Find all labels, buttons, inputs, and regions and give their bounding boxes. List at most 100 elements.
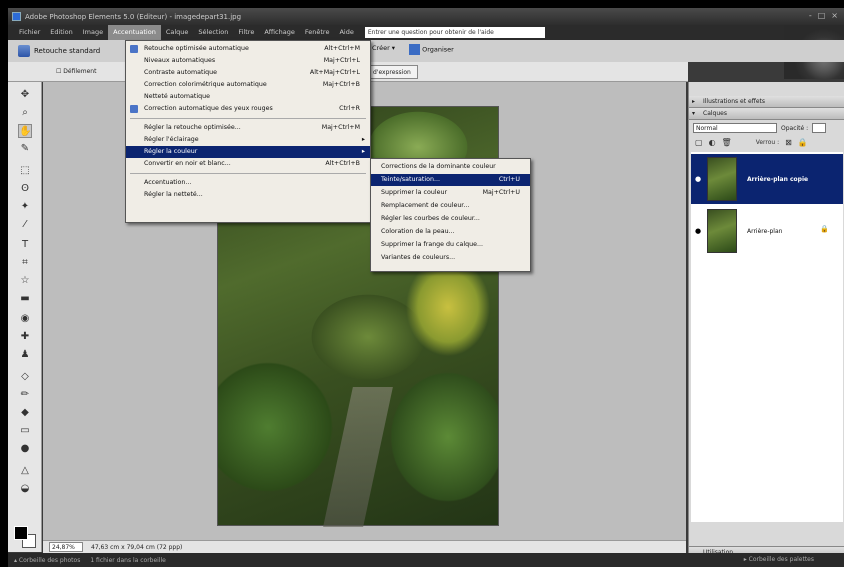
trash-icon[interactable]: 🗑: [722, 138, 732, 147]
defilement-checkbox[interactable]: ☐ Défilement: [56, 68, 96, 75]
move-tool-icon[interactable]: ✥: [18, 88, 32, 102]
organiser-icon: [409, 44, 421, 55]
eyedropper-tool-icon[interactable]: ✎: [18, 142, 32, 156]
shortcuts-right: Créer ▾ Organiser: [372, 44, 454, 55]
menu-item-shortcut: Maj+Ctrl+M: [321, 124, 360, 131]
photo-path-detail: [323, 387, 393, 527]
menu-item-label: Accentuation...: [144, 179, 192, 186]
lock-all-icon[interactable]: 🔒: [798, 138, 808, 147]
menu-item-regler-retouche[interactable]: Régler la retouche optimisée... Maj+Ctrl+…: [126, 122, 370, 134]
menu-item-contraste-auto[interactable]: Contraste automatique Alt+Maj+Ctrl+L: [126, 67, 370, 79]
visibility-eye-icon[interactable]: ●: [691, 227, 705, 235]
submenu-item-dominante[interactable]: Corrections de la dominante couleur: [371, 161, 530, 173]
menu-affichage[interactable]: Affichage: [259, 25, 300, 40]
menu-fichier[interactable]: Fichier: [14, 25, 45, 40]
hand-tool-icon[interactable]: ✋: [18, 124, 32, 138]
type-tool-icon[interactable]: T: [18, 238, 32, 252]
palette-bin-toggle[interactable]: ▸ Corbeille des palettes: [744, 553, 814, 567]
help-search-input[interactable]: Entrer une question pour obtenir de l'ai…: [364, 27, 545, 38]
layer-row-background[interactable]: ● Arrière-plan 🔒: [691, 206, 843, 256]
submenu-item-peau[interactable]: Coloration de la peau...: [371, 226, 530, 238]
new-layer-icon[interactable]: ▢: [695, 138, 703, 147]
layer-thumbnail: [707, 157, 737, 201]
retouche-standard-button[interactable]: Retouche standard: [18, 45, 100, 57]
adjustment-layer-icon[interactable]: ◐: [709, 138, 716, 147]
marquee-tool-icon[interactable]: ⬚: [18, 164, 32, 178]
layers-palette-header[interactable]: ▾ Calques: [689, 108, 844, 120]
menu-item-nettete-auto[interactable]: Netteté automatique: [126, 91, 370, 103]
menu-item-regler-couleur[interactable]: Régler la couleur ▸: [126, 146, 370, 158]
app-window: Adobe Photoshop Elements 5.0 (Editeur) -…: [8, 8, 844, 567]
eraser-tool-icon[interactable]: ◇: [18, 370, 32, 384]
cookie-cutter-tool-icon[interactable]: ☆: [18, 274, 32, 288]
sponge-tool-icon[interactable]: ◒: [18, 482, 32, 496]
menu-item-label: Correction automatique des yeux rouges: [144, 105, 273, 112]
magic-wand-tool-icon[interactable]: ✦: [18, 200, 32, 214]
menu-calque[interactable]: Calque: [161, 25, 194, 40]
photo-bin-toggle[interactable]: ▴ Corbeille des photos: [14, 557, 80, 564]
menu-edition[interactable]: Edition: [45, 25, 78, 40]
menu-item-correction-colorimetrique[interactable]: Correction colorimétrique automatique Maj…: [126, 79, 370, 91]
menu-item-label: Niveaux automatiques: [144, 57, 216, 64]
visibility-eye-icon[interactable]: ●: [691, 175, 705, 183]
straighten-tool-icon[interactable]: ▬: [18, 292, 32, 306]
red-eye-tool-icon[interactable]: ◉: [18, 312, 32, 326]
menu-selection[interactable]: Sélection: [193, 25, 233, 40]
lock-transparency-icon[interactable]: ⊠: [785, 138, 792, 147]
organiser-button[interactable]: Organiser: [409, 44, 454, 55]
submenu-item-variantes[interactable]: Variantes de couleurs...: [371, 252, 530, 264]
submenu-item-courbes[interactable]: Régler les courbes de couleur...: [371, 213, 530, 225]
creer-button[interactable]: Créer ▾: [372, 44, 395, 55]
crop-tool-icon[interactable]: ⌗: [18, 256, 32, 270]
menu-item-noir-blanc[interactable]: Convertir en noir et blanc... Alt+Ctrl+B: [126, 158, 370, 170]
submenu-item-shortcut: Maj+Ctrl+U: [482, 189, 520, 196]
menu-item-niveaux-auto[interactable]: Niveaux automatiques Maj+Ctrl+L: [126, 55, 370, 67]
submenu-item-remplacement[interactable]: Remplacement de couleur...: [371, 200, 530, 212]
submenu-item-teinte-saturation[interactable]: Teinte/saturation... Ctrl+U: [371, 174, 530, 186]
menu-filtre[interactable]: Filtre: [233, 25, 259, 40]
retouche-icon: [18, 45, 30, 57]
gradient-tool-icon[interactable]: ▭: [18, 424, 32, 438]
menu-item-shortcut: Ctrl+R: [339, 105, 360, 112]
menu-item-regler-eclairage[interactable]: Régler l'éclairage ▸: [126, 134, 370, 146]
menu-item-retouche-auto[interactable]: Retouche optimisée automatique Alt+Ctrl+M: [126, 43, 370, 55]
retouche-auto-icon: [130, 45, 138, 53]
maximize-button[interactable]: □: [818, 11, 826, 20]
foreground-color-swatch[interactable]: [14, 526, 28, 540]
menu-item-accentuation[interactable]: Accentuation...: [126, 177, 370, 189]
menu-item-yeux-rouges[interactable]: Correction automatique des yeux rouges Ct…: [126, 103, 370, 115]
close-button[interactable]: ×: [831, 11, 838, 20]
window-controls: - □ ×: [809, 11, 838, 20]
layer-row-background-copy[interactable]: ● Arrière-plan copie: [691, 154, 843, 204]
submenu-item-label: Remplacement de couleur...: [381, 202, 470, 209]
menu-aide[interactable]: Aide: [334, 25, 358, 40]
blur-tool-icon[interactable]: △: [18, 464, 32, 478]
menu-fenetre[interactable]: Fenêtre: [300, 25, 335, 40]
photo-bin-bar: ▴ Corbeille des photos 1 fichier dans la…: [8, 553, 844, 567]
expression-button[interactable]: d'expression: [366, 65, 418, 79]
blend-mode-select[interactable]: Normal: [693, 123, 777, 133]
submenu-arrow-icon: ▸: [361, 148, 365, 155]
menu-item-label: Régler la netteté...: [144, 191, 203, 198]
menu-accentuation[interactable]: Accentuation: [108, 25, 161, 40]
opacity-field[interactable]: [812, 123, 827, 133]
paint-bucket-tool-icon[interactable]: ◆: [18, 406, 32, 420]
submenu-item-frange[interactable]: Supprimer la frange du calque...: [371, 239, 530, 251]
layers-list: ● Arrière-plan copie ● Arrière-plan 🔒: [691, 152, 843, 522]
effects-header-label: Illustrations et effets: [703, 98, 766, 105]
menu-item-regler-nettete[interactable]: Régler la netteté...: [126, 189, 370, 201]
submenu-item-label: Variantes de couleurs...: [381, 254, 456, 261]
healing-brush-tool-icon[interactable]: ✚: [18, 330, 32, 344]
effects-palette-header[interactable]: ▸ Illustrations et effets: [689, 96, 844, 108]
minimize-button[interactable]: -: [809, 11, 812, 20]
zoom-field[interactable]: 24,87%: [49, 542, 83, 552]
red-eye-icon: [130, 105, 138, 113]
brush-selection-tool-icon[interactable]: ⁄: [18, 218, 32, 232]
menu-image[interactable]: Image: [78, 25, 108, 40]
pencil-tool-icon[interactable]: ✏: [18, 388, 32, 402]
shape-tool-icon[interactable]: ●: [18, 442, 32, 456]
lasso-tool-icon[interactable]: ʘ: [18, 182, 32, 196]
submenu-item-supprimer-couleur[interactable]: Supprimer la couleur Maj+Ctrl+U: [371, 187, 530, 199]
clone-stamp-tool-icon[interactable]: ♟: [18, 348, 32, 362]
zoom-tool-icon[interactable]: ⌕: [18, 106, 32, 120]
